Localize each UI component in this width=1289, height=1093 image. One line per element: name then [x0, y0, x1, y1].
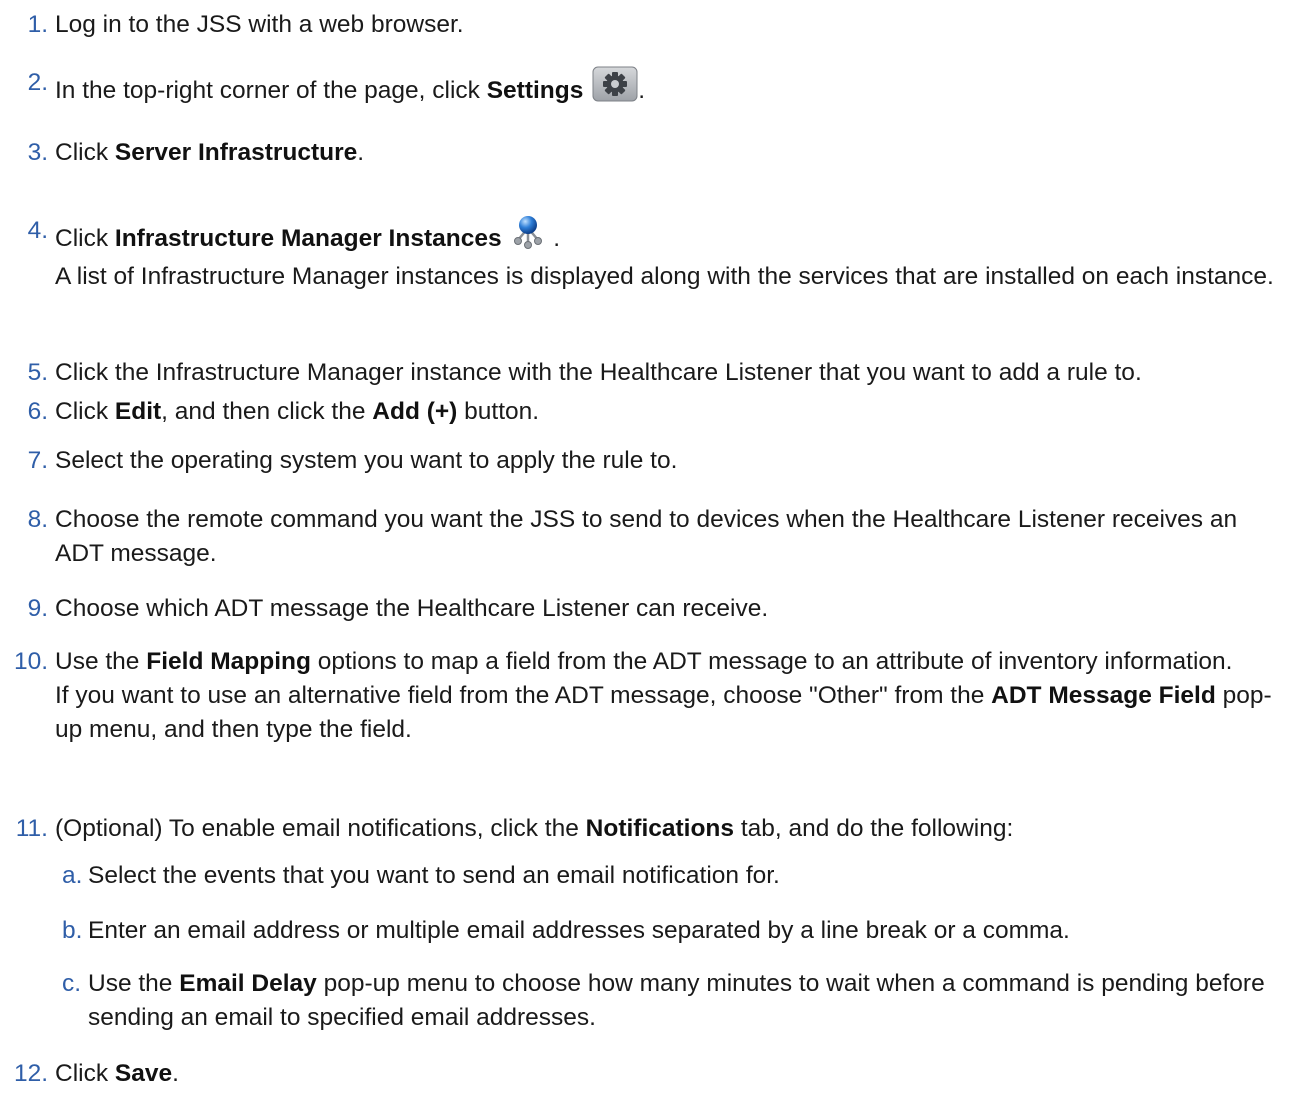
ui-term-add: Add (+)	[372, 398, 458, 425]
substep-letter: a.	[62, 862, 83, 889]
step-text: Log in to the JSS with a web browser.	[55, 11, 464, 38]
ui-term-email-delay: Email Delay	[179, 970, 317, 997]
step-text: Click the Infrastructure Manager instanc…	[55, 359, 1142, 386]
step-2: 2. In the top-right corner of the page, …	[0, 66, 1285, 112]
step-number: 12.	[13, 1060, 48, 1087]
step-11: 11. (Optional) To enable email notificat…	[0, 812, 1285, 846]
step-number: 9.	[27, 595, 48, 622]
step-text: Click Edit, and then click the Add (+) b…	[55, 398, 540, 425]
step-text: In the top-right corner of the page, cli…	[55, 66, 1285, 112]
ui-term-save: Save	[114, 1060, 173, 1087]
step-text: Click Infrastructure Manager Instances .…	[55, 214, 1285, 294]
step-number: 8.	[27, 506, 48, 533]
ui-term-notifications: Notifications	[585, 815, 735, 842]
step-8: 8. Choose the remote command you want th…	[0, 503, 1285, 571]
step-note: A list of Infrastructure Manager instanc…	[55, 263, 1274, 290]
substep-text: Enter an email address or multiple email…	[88, 917, 1070, 944]
substep-c: c. Use the Email Delay pop-up menu to ch…	[0, 967, 1285, 1035]
step-9: 9. Choose which ADT message the Healthca…	[0, 592, 1285, 626]
step-10: 10. Use the Field Mapping options to map…	[0, 645, 1285, 747]
substep-letter: b.	[62, 917, 83, 944]
substep-text: Use the Email Delay pop-up menu to choos…	[88, 970, 1265, 1031]
substep-a: a. Select the events that you want to se…	[0, 859, 1285, 893]
step-text: Click Save.	[55, 1060, 179, 1087]
step-text: Click Server Infrastructure.	[55, 139, 365, 166]
ui-term-settings: Settings	[486, 77, 584, 104]
ui-term-field-mapping: Field Mapping	[146, 648, 311, 675]
step-number: 10.	[13, 648, 48, 675]
step-number: 1.	[27, 11, 48, 38]
network-node-icon	[510, 214, 546, 260]
step-6: 6. Click Edit, and then click the Add (+…	[0, 395, 1285, 429]
step-12: 12. Click Save.	[0, 1057, 1285, 1091]
substep-b: b. Enter an email address or multiple em…	[0, 914, 1285, 948]
gear-icon	[592, 66, 638, 112]
step-number: 4.	[27, 217, 48, 244]
ui-term-server-infrastructure: Server Infrastructure	[114, 139, 358, 166]
instructions-document: 1. Log in to the JSS with a web browser.…	[0, 0, 1289, 1093]
step-4: 4. Click Infrastructure Manager Instance…	[0, 214, 1285, 294]
step-5: 5. Click the Infrastructure Manager inst…	[0, 356, 1285, 390]
step-3: 3. Click Server Infrastructure.	[0, 136, 1285, 170]
step-text: (Optional) To enable email notifications…	[55, 815, 1014, 842]
step-number: 3.	[27, 139, 48, 166]
step-1: 1. Log in to the JSS with a web browser.	[0, 8, 1285, 42]
step-number: 11.	[15, 815, 48, 842]
step-number: 6.	[27, 398, 48, 425]
ui-term-infrastructure-manager-instances: Infrastructure Manager Instances	[114, 225, 502, 252]
ui-term-edit: Edit	[114, 398, 162, 425]
step-text: Choose the remote command you want the J…	[55, 506, 1238, 567]
step-text: Use the Field Mapping options to map a f…	[55, 645, 1285, 747]
ui-term-adt-message-field: ADT Message Field	[991, 682, 1216, 709]
step-number: 7.	[27, 447, 48, 474]
step-number: 5.	[27, 359, 48, 386]
step-text: Select the operating system you want to …	[55, 447, 678, 474]
step-text: Choose which ADT message the Healthcare …	[55, 595, 769, 622]
step-7: 7. Select the operating system you want …	[0, 444, 1285, 478]
step-number: 2.	[27, 69, 48, 96]
substep-text: Select the events that you want to send …	[88, 862, 780, 889]
step-note: If you want to use an alternative field …	[55, 682, 1272, 743]
substep-letter: c.	[62, 970, 82, 997]
